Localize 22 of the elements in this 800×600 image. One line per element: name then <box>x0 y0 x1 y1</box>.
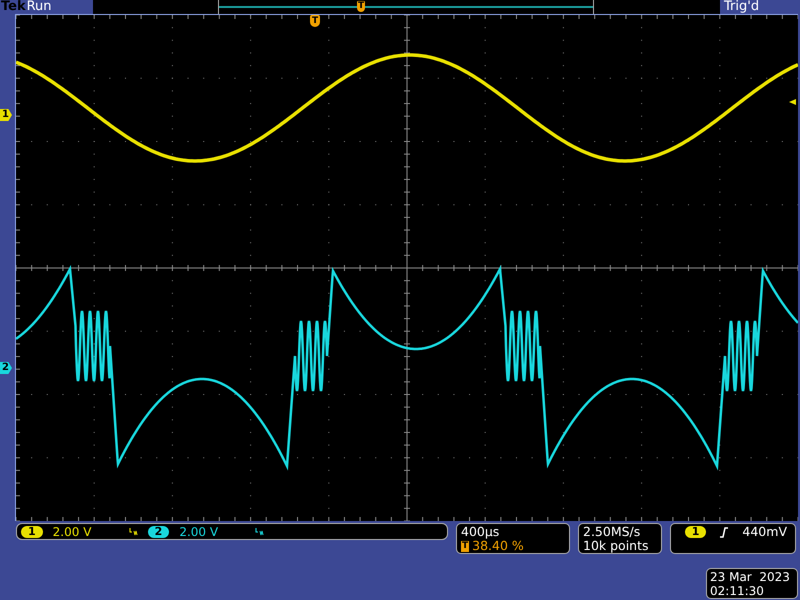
vertical-scale: 2.00 V <box>52 524 92 538</box>
channel-marker[interactable]: 2 <box>0 362 12 374</box>
channel-badge: 1 <box>21 526 43 538</box>
trigger-position: 38.40 % <box>472 539 524 553</box>
vertical-scale: 2.00 V <box>179 524 220 538</box>
trigger-status: Trig'd <box>720 0 800 14</box>
channel-badge: 2 <box>148 526 170 538</box>
horizontal-scale: 400µs <box>461 525 500 539</box>
brand-label: Tek <box>0 0 27 14</box>
rising-edge-icon <box>720 526 728 538</box>
time-label: 02:11:30 <box>710 584 765 598</box>
trigger-level-icon <box>789 99 796 105</box>
trigger-level: 440mV <box>742 525 787 539</box>
trigger-source-badge: 1 <box>684 526 706 538</box>
sample-rate: 2.50MS/s <box>583 525 642 539</box>
channel-marker[interactable]: 1 <box>0 109 12 121</box>
run-status: Run <box>26 0 93 14</box>
trigger-marker: T <box>461 540 470 552</box>
record-position-marker: T <box>356 1 366 12</box>
trigger-position-marker[interactable]: T <box>310 15 320 27</box>
record-length: 10k points <box>583 539 650 553</box>
date-label: 23 Mar 2023 <box>710 570 791 584</box>
